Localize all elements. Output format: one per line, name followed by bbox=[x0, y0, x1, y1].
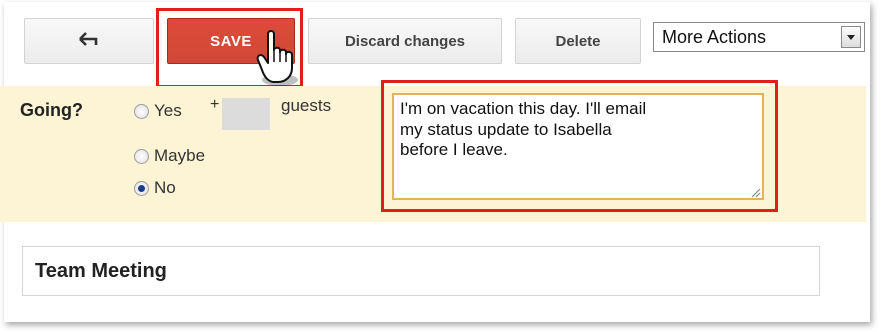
radio-maybe[interactable] bbox=[134, 148, 149, 164]
save-button-label: SAVE bbox=[210, 32, 252, 50]
event-title-field[interactable]: Team Meeting bbox=[22, 246, 820, 296]
radio-yes[interactable] bbox=[134, 103, 149, 119]
rsvp-option-no[interactable]: No bbox=[134, 178, 176, 198]
discard-changes-label: Discard changes bbox=[344, 32, 466, 50]
rsvp-note-textarea[interactable]: I'm on vacation this day. I'll email my … bbox=[392, 93, 764, 200]
hand-pointer-cursor-icon bbox=[254, 28, 304, 90]
radio-yes-label: Yes bbox=[154, 101, 182, 120]
back-arrow-icon bbox=[78, 31, 100, 51]
resize-grip-icon[interactable] bbox=[749, 185, 761, 198]
guests-label: guests bbox=[281, 96, 332, 115]
radio-no-label: No bbox=[154, 178, 176, 197]
radio-no[interactable] bbox=[134, 180, 149, 196]
guest-count-input[interactable] bbox=[222, 98, 270, 130]
more-actions-value: More Actions bbox=[662, 26, 767, 47]
plus-sign: + bbox=[210, 96, 220, 113]
delete-label: Delete bbox=[555, 32, 601, 50]
discard-changes-button[interactable]: Discard changes bbox=[308, 18, 502, 64]
back-button[interactable] bbox=[24, 18, 154, 64]
going-label: Going? bbox=[20, 100, 83, 120]
dropdown-arrow-icon[interactable] bbox=[841, 26, 861, 48]
rsvp-option-yes[interactable]: Yes bbox=[134, 101, 182, 121]
radio-maybe-label: Maybe bbox=[154, 146, 206, 165]
event-title-text: Team Meeting bbox=[35, 259, 167, 282]
rsvp-option-maybe[interactable]: Maybe bbox=[134, 146, 205, 166]
delete-button[interactable]: Delete bbox=[515, 18, 641, 64]
more-actions-select[interactable]: More Actions bbox=[653, 22, 865, 52]
